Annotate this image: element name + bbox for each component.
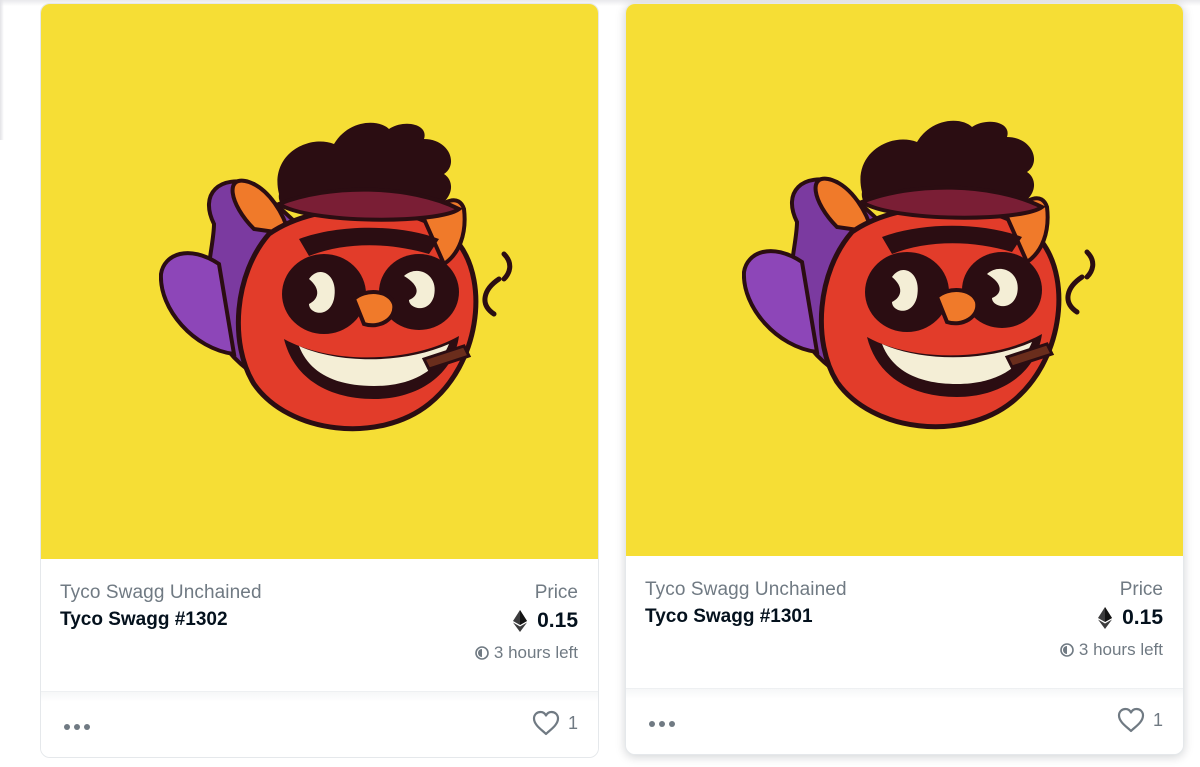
heart-icon (1117, 707, 1145, 733)
price-value: 0.15 (1122, 606, 1163, 629)
price-label: Price (534, 582, 578, 603)
nft-artwork[interactable] (626, 4, 1183, 556)
time-left: 3 hours left (1060, 640, 1163, 660)
card-footer: 1 (41, 691, 598, 757)
price-label: Price (1119, 579, 1163, 600)
like-count: 1 (1152, 709, 1163, 730)
collection-name[interactable]: Tyco Swagg Unchained (60, 582, 262, 604)
card-info: Tyco Swagg Unchained Tyco Swagg #1301 Pr… (626, 556, 1183, 688)
like-button[interactable]: 1 (532, 710, 578, 736)
nft-artwork[interactable] (41, 4, 598, 559)
devil-mascot-image (159, 122, 513, 432)
nft-card[interactable]: Tyco Swagg Unchained Tyco Swagg #1301 Pr… (625, 3, 1184, 755)
time-left-text: 3 hours left (1078, 640, 1163, 659)
timer-icon (475, 646, 489, 660)
timer-icon (1060, 643, 1074, 657)
collection-name[interactable]: Tyco Swagg Unchained (645, 579, 847, 601)
more-options-button[interactable] (63, 712, 97, 742)
ethereum-icon (1098, 607, 1113, 629)
time-left: 3 hours left (475, 643, 578, 663)
left-panel-edge (0, 0, 4, 140)
like-count: 1 (567, 712, 578, 733)
item-name[interactable]: Tyco Swagg #1302 (60, 609, 228, 631)
more-options-button[interactable] (648, 709, 682, 739)
heart-icon (532, 710, 560, 736)
price-row: 0.15 (1098, 606, 1163, 630)
more-dots-icon (64, 724, 90, 730)
nft-grid: Tyco Swagg Unchained Tyco Swagg #1302 Pr… (0, 0, 1200, 767)
time-left-text: 3 hours left (493, 643, 578, 662)
like-button[interactable]: 1 (1117, 707, 1163, 733)
more-dots-icon (649, 721, 675, 727)
price-value: 0.15 (537, 609, 578, 632)
card-info: Tyco Swagg Unchained Tyco Swagg #1302 Pr… (41, 559, 598, 691)
nft-card[interactable]: Tyco Swagg Unchained Tyco Swagg #1302 Pr… (40, 3, 599, 758)
ethereum-icon (513, 610, 528, 632)
card-footer: 1 (626, 688, 1183, 754)
devil-mascot-image (742, 120, 1096, 430)
price-row: 0.15 (513, 609, 578, 633)
item-name[interactable]: Tyco Swagg #1301 (645, 606, 813, 628)
